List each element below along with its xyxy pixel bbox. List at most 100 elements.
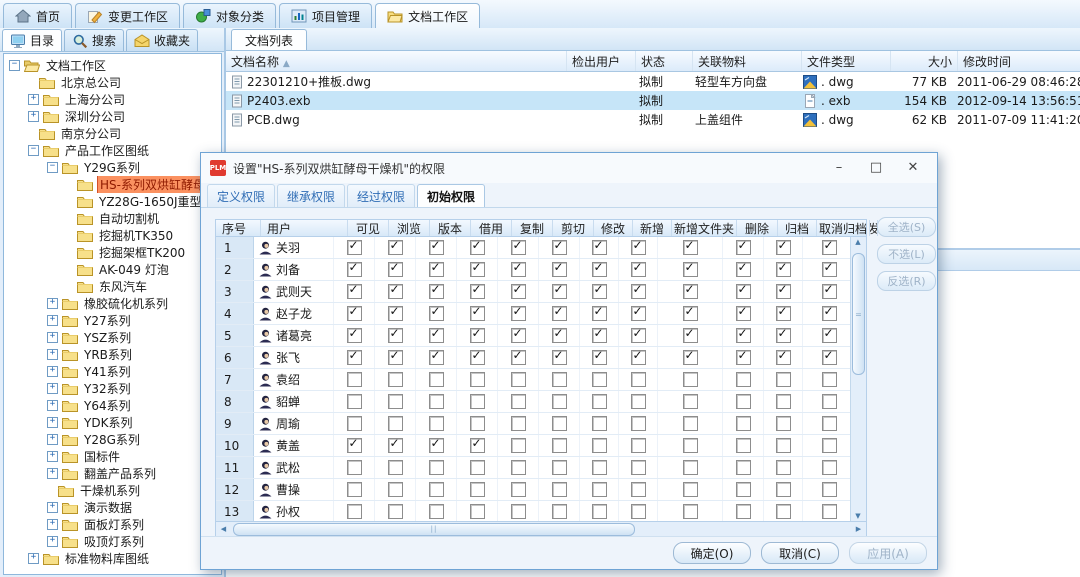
permission-checkbox[interactable] xyxy=(736,350,751,365)
permission-checkbox[interactable] xyxy=(631,284,646,299)
permission-checkbox[interactable] xyxy=(552,460,567,475)
permission-checkbox[interactable] xyxy=(631,372,646,387)
permission-checkbox[interactable] xyxy=(736,394,751,409)
permission-checkbox[interactable] xyxy=(511,372,526,387)
permission-checkbox[interactable] xyxy=(592,350,607,365)
permission-checkbox[interactable] xyxy=(776,284,791,299)
column-header[interactable]: 大小 xyxy=(891,51,958,71)
permission-checkbox[interactable] xyxy=(631,460,646,475)
toolbar-tab-2[interactable]: 对象分类 xyxy=(183,3,276,28)
permission-checkbox[interactable] xyxy=(592,482,607,497)
permission-checkbox[interactable] xyxy=(683,240,698,255)
permission-checkbox[interactable] xyxy=(592,328,607,343)
tree-item[interactable]: +吸顶灯系列 xyxy=(4,533,221,550)
tree-item[interactable]: +Y27系列 xyxy=(4,312,221,329)
cancel-button[interactable]: 取消(C) xyxy=(761,542,839,564)
tree-item[interactable]: +国标件 xyxy=(4,448,221,465)
permission-checkbox[interactable] xyxy=(470,504,485,519)
scroll-down-icon[interactable]: ▼ xyxy=(851,512,865,520)
permission-checkbox[interactable] xyxy=(470,306,485,321)
tree-item[interactable]: −Y29G系列 xyxy=(4,159,221,176)
sidebar-tab-1[interactable]: 搜索 xyxy=(64,29,124,51)
permission-checkbox[interactable] xyxy=(552,284,567,299)
permission-checkbox[interactable] xyxy=(429,284,444,299)
tree-item[interactable]: +演示数据 xyxy=(4,499,221,516)
tree-toggle-plus-icon[interactable]: + xyxy=(28,111,39,122)
permission-checkbox[interactable] xyxy=(736,328,751,343)
permission-checkbox[interactable] xyxy=(429,416,444,431)
permission-checkbox[interactable] xyxy=(592,284,607,299)
vertical-scrollbar-thumb[interactable]: = xyxy=(852,253,865,375)
tree-item[interactable]: +YSZ系列 xyxy=(4,329,221,346)
permission-checkbox[interactable] xyxy=(388,240,403,255)
horizontal-scrollbar-thumb[interactable]: || xyxy=(233,523,635,536)
permission-checkbox[interactable] xyxy=(592,460,607,475)
permission-checkbox[interactable] xyxy=(347,328,362,343)
tree-toggle-plus-icon[interactable]: + xyxy=(47,417,58,428)
scroll-left-icon[interactable]: ◀ xyxy=(216,523,231,536)
sidebar-tab-2[interactable]: 收藏夹 xyxy=(126,29,198,51)
permission-checkbox[interactable] xyxy=(470,460,485,475)
permission-checkbox[interactable] xyxy=(388,438,403,453)
table-row[interactable]: 9周瑜 xyxy=(216,413,866,435)
table-row[interactable]: 6张飞 xyxy=(216,347,866,369)
permission-checkbox[interactable] xyxy=(776,350,791,365)
permission-checkbox[interactable] xyxy=(388,262,403,277)
permission-checkbox[interactable] xyxy=(736,240,751,255)
permission-checkbox[interactable] xyxy=(552,328,567,343)
tree-item[interactable]: AK-049 灯泡 xyxy=(4,261,221,278)
toolbar-tab-0[interactable]: 首页 xyxy=(3,3,72,28)
permission-checkbox[interactable] xyxy=(776,482,791,497)
permission-checkbox[interactable] xyxy=(736,306,751,321)
permission-checkbox[interactable] xyxy=(736,438,751,453)
permission-checkbox[interactable] xyxy=(776,306,791,321)
permission-checkbox[interactable] xyxy=(347,460,362,475)
vertical-scrollbar[interactable]: ▲ = ▼ xyxy=(850,237,866,521)
permission-checkbox[interactable] xyxy=(388,416,403,431)
permission-checkbox[interactable] xyxy=(429,482,444,497)
tree-item[interactable]: +Y64系列 xyxy=(4,397,221,414)
dialog-tab-0[interactable]: 定义权限 xyxy=(207,184,275,207)
permission-checkbox[interactable] xyxy=(631,416,646,431)
permission-checkbox[interactable] xyxy=(470,482,485,497)
tree-item[interactable]: +Y32系列 xyxy=(4,380,221,397)
toolbar-tab-1[interactable]: 变更工作区 xyxy=(75,3,180,28)
permission-checkbox[interactable] xyxy=(631,504,646,519)
permission-checkbox[interactable] xyxy=(683,372,698,387)
tab-document-list[interactable]: 文档列表 xyxy=(231,29,307,50)
permission-checkbox[interactable] xyxy=(552,504,567,519)
minimize-button[interactable]: – xyxy=(824,153,854,183)
permission-checkbox[interactable] xyxy=(683,416,698,431)
permission-checkbox[interactable] xyxy=(592,438,607,453)
permission-checkbox[interactable] xyxy=(511,504,526,519)
tree-toggle-plus-icon[interactable]: + xyxy=(28,94,39,105)
permission-checkbox[interactable] xyxy=(470,284,485,299)
permission-checkbox[interactable] xyxy=(822,438,837,453)
permission-checkbox[interactable] xyxy=(388,306,403,321)
tree-item[interactable]: +翻盖产品系列 xyxy=(4,465,221,482)
permission-checkbox[interactable] xyxy=(592,306,607,321)
table-row[interactable]: 5诸葛亮 xyxy=(216,325,866,347)
tree-toggle-plus-icon[interactable]: + xyxy=(47,536,58,547)
tree-toggle-plus-icon[interactable]: + xyxy=(47,383,58,394)
permission-checkbox[interactable] xyxy=(631,350,646,365)
permission-checkbox[interactable] xyxy=(631,306,646,321)
permission-checkbox[interactable] xyxy=(552,394,567,409)
permission-checkbox[interactable] xyxy=(631,240,646,255)
invert-selection-button[interactable]: 反选(R) xyxy=(877,271,936,291)
tree-toggle-plus-icon[interactable]: + xyxy=(47,400,58,411)
permission-checkbox[interactable] xyxy=(552,350,567,365)
permission-checkbox[interactable] xyxy=(470,350,485,365)
tree-item[interactable]: HS-系列双烘缸酵母干燥机 xyxy=(4,176,221,193)
tree-item[interactable]: 东风汽车 xyxy=(4,278,221,295)
permission-checkbox[interactable] xyxy=(347,284,362,299)
maximize-button[interactable]: □ xyxy=(861,153,891,183)
permission-checkbox[interactable] xyxy=(511,438,526,453)
permission-checkbox[interactable] xyxy=(683,394,698,409)
permission-checkbox[interactable] xyxy=(822,262,837,277)
deselect-all-button[interactable]: 不选(L) xyxy=(877,244,936,264)
tree-toggle-minus-icon[interactable]: − xyxy=(28,145,39,156)
permission-checkbox[interactable] xyxy=(511,460,526,475)
tree-item[interactable]: +Y28G系列 xyxy=(4,431,221,448)
permission-checkbox[interactable] xyxy=(511,482,526,497)
